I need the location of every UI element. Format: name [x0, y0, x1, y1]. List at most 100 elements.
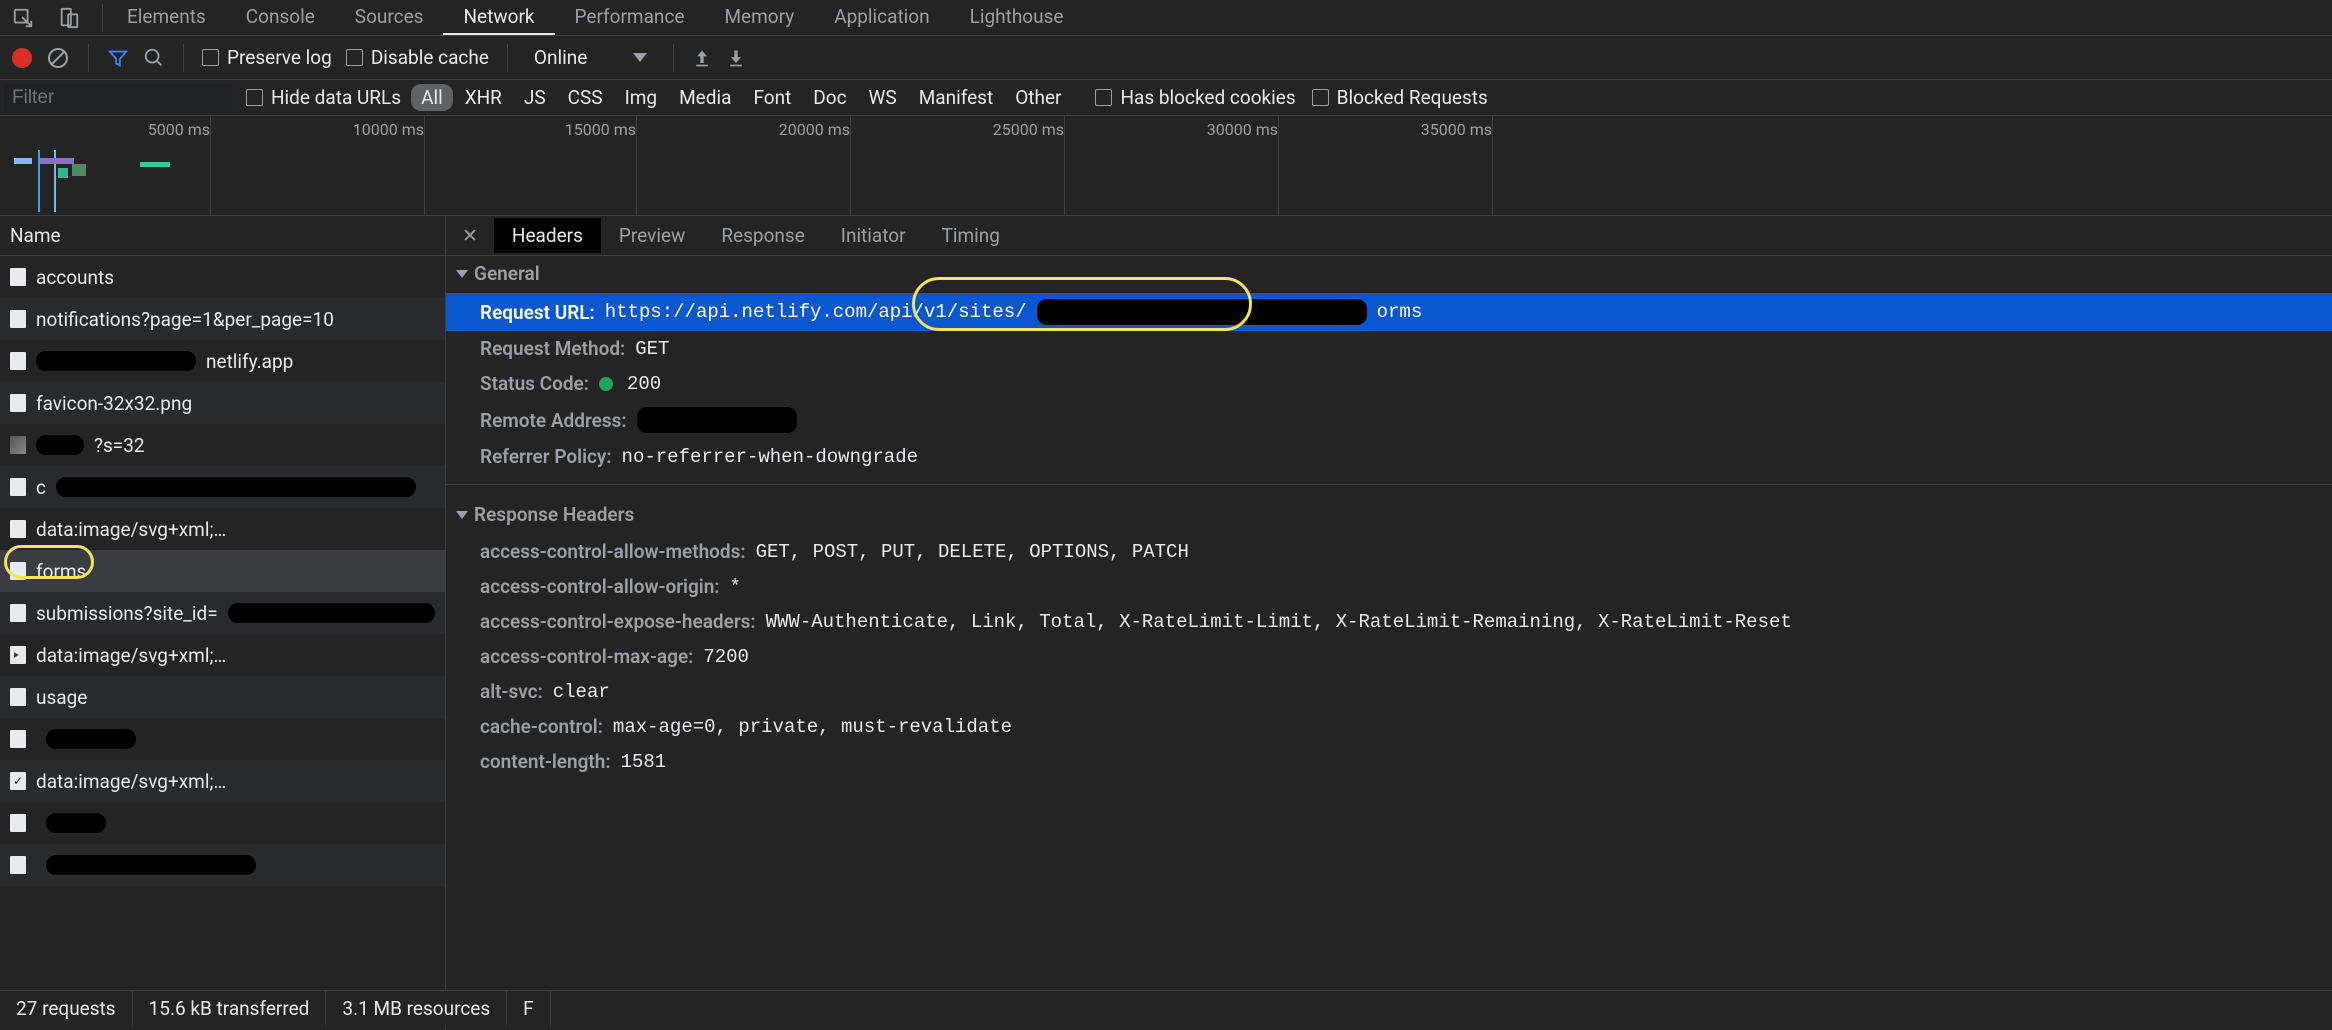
- status-requests: 27 requests: [0, 991, 133, 1026]
- blocked-requests-checkbox[interactable]: Blocked Requests: [1312, 86, 1488, 109]
- request-name: data:image/svg+xml;…: [36, 644, 226, 667]
- request-row[interactable]: [0, 802, 445, 844]
- header-name: Remote Address:: [480, 409, 627, 432]
- timeline-tick: 30000 ms: [1207, 120, 1278, 139]
- upload-icon[interactable]: [692, 48, 712, 68]
- type-filter-other[interactable]: Other: [1005, 84, 1071, 111]
- request-row[interactable]: notifications?page=1&per_page=10: [0, 298, 445, 340]
- filter-bar: Hide data URLs AllXHRJSCSSImgMediaFontDo…: [0, 80, 2332, 116]
- type-filter-manifest[interactable]: Manifest: [909, 84, 1004, 111]
- type-filter-font[interactable]: Font: [743, 84, 801, 111]
- device-icon[interactable]: [58, 7, 80, 29]
- header-value: 7200: [703, 646, 749, 668]
- disable-cache-checkbox[interactable]: Disable cache: [346, 46, 489, 69]
- tab-lighthouse[interactable]: Lighthouse: [950, 1, 1084, 34]
- redaction: [46, 729, 136, 749]
- headers-panel: General Request URL:https://api.netlify.…: [446, 254, 2332, 1030]
- type-filter-doc[interactable]: Doc: [803, 84, 856, 111]
- timeline-tick: 15000 ms: [565, 120, 636, 139]
- header-row: Remote Address:: [446, 401, 2332, 439]
- hide-data-urls-checkbox[interactable]: Hide data URLs: [246, 86, 401, 109]
- tab-performance[interactable]: Performance: [555, 1, 705, 34]
- file-file-icon: [10, 730, 26, 748]
- timeline-gridline: [850, 116, 851, 215]
- preserve-log-checkbox[interactable]: Preserve log: [202, 46, 332, 69]
- timeline-bar: [14, 158, 32, 164]
- request-row[interactable]: forms: [0, 550, 445, 592]
- request-row[interactable]: c: [0, 466, 445, 508]
- download-icon[interactable]: [726, 48, 746, 68]
- redaction: [36, 351, 196, 371]
- checkbox-icon: [346, 49, 363, 66]
- type-filter-js[interactable]: JS: [514, 84, 556, 111]
- request-row[interactable]: accounts: [0, 256, 445, 298]
- request-name: c: [36, 476, 46, 499]
- request-row[interactable]: data:image/svg+xml;…: [0, 760, 445, 802]
- clear-icon[interactable]: [46, 46, 70, 70]
- blocked-cookies-checkbox[interactable]: Has blocked cookies: [1095, 86, 1295, 109]
- checkbox-icon: [202, 49, 219, 66]
- details-tab-timing[interactable]: Timing: [924, 218, 1018, 253]
- request-row[interactable]: data:image/svg+xml;…: [0, 634, 445, 676]
- tab-application[interactable]: Application: [814, 1, 949, 34]
- search-icon[interactable]: [143, 47, 165, 69]
- header-value: https://api.netlify.com/api/v1/sites/: [605, 301, 1027, 323]
- request-row[interactable]: usage: [0, 676, 445, 718]
- header-value: WWW-Authenticate, Link, Total, X-RateLim…: [766, 611, 1792, 633]
- timeline-bar: [140, 162, 170, 167]
- tabs-host: ElementsConsoleSourcesNetworkPerformance…: [107, 1, 1083, 34]
- timeline-gridline: [424, 116, 425, 215]
- response-headers-section-label: Response Headers: [474, 503, 634, 526]
- record-button[interactable]: [12, 48, 32, 68]
- type-filter-img[interactable]: Img: [615, 84, 668, 111]
- details-tab-headers[interactable]: Headers: [494, 218, 601, 253]
- main-split: accountsnotifications?page=1&per_page=10…: [0, 256, 2332, 1030]
- name-column-header[interactable]: Name: [0, 216, 446, 256]
- request-row[interactable]: submissions?site_id=: [0, 592, 445, 634]
- header-row: access-control-max-age:7200: [446, 639, 2332, 674]
- response-headers-section-header[interactable]: Response Headers: [446, 495, 2332, 534]
- header-value: orms: [1377, 301, 1423, 323]
- throttling-select[interactable]: Online: [526, 46, 655, 69]
- header-value: 1581: [621, 751, 667, 773]
- file-file-icon: [10, 562, 26, 580]
- details-tab-preview[interactable]: Preview: [601, 218, 703, 253]
- details-tab-response[interactable]: Response: [703, 218, 822, 253]
- request-row[interactable]: [0, 844, 445, 886]
- general-section-header[interactable]: General: [446, 254, 2332, 293]
- type-filter-ws[interactable]: WS: [859, 84, 907, 111]
- request-row[interactable]: [0, 718, 445, 760]
- timeline-bar: [58, 168, 68, 178]
- header-name: content-length:: [480, 750, 611, 773]
- type-filter-group: AllXHRJSCSSImgMediaFontDocWSManifestOthe…: [411, 84, 1071, 111]
- status-transferred: 15.6 kB transferred: [133, 991, 327, 1026]
- redaction: [228, 603, 435, 623]
- tab-network[interactable]: Network: [443, 1, 554, 35]
- tab-memory[interactable]: Memory: [704, 1, 814, 34]
- header-row: access-control-expose-headers:WWW-Authen…: [446, 604, 2332, 639]
- disable-cache-label: Disable cache: [371, 46, 489, 69]
- tab-elements[interactable]: Elements: [107, 1, 226, 34]
- type-filter-xhr[interactable]: XHR: [455, 84, 512, 111]
- request-row[interactable]: favicon-32x32.png: [0, 382, 445, 424]
- timeline-overview[interactable]: 5000 ms10000 ms15000 ms20000 ms25000 ms3…: [0, 116, 2332, 216]
- file-file-icon: [10, 856, 26, 874]
- filter-icon[interactable]: [107, 47, 129, 69]
- request-list[interactable]: accountsnotifications?page=1&per_page=10…: [0, 256, 445, 1030]
- type-filter-css[interactable]: CSS: [558, 84, 613, 111]
- type-filter-media[interactable]: Media: [669, 84, 741, 111]
- timeline-gridline: [1064, 116, 1065, 215]
- request-row[interactable]: ?s=32: [0, 424, 445, 466]
- inspect-icon[interactable]: [12, 7, 34, 29]
- request-name: submissions?site_id=: [36, 602, 218, 625]
- tab-console[interactable]: Console: [226, 1, 335, 34]
- filter-input[interactable]: [4, 84, 232, 112]
- request-row[interactable]: data:image/svg+xml;…: [0, 508, 445, 550]
- request-row[interactable]: netlify.app: [0, 340, 445, 382]
- redaction: [46, 855, 256, 875]
- close-icon[interactable]: ✕: [446, 224, 494, 247]
- type-filter-all[interactable]: All: [411, 84, 453, 111]
- status-bar: 27 requests 15.6 kB transferred 3.1 MB r…: [0, 990, 2332, 1026]
- tab-sources[interactable]: Sources: [335, 1, 444, 34]
- details-tab-initiator[interactable]: Initiator: [823, 218, 924, 253]
